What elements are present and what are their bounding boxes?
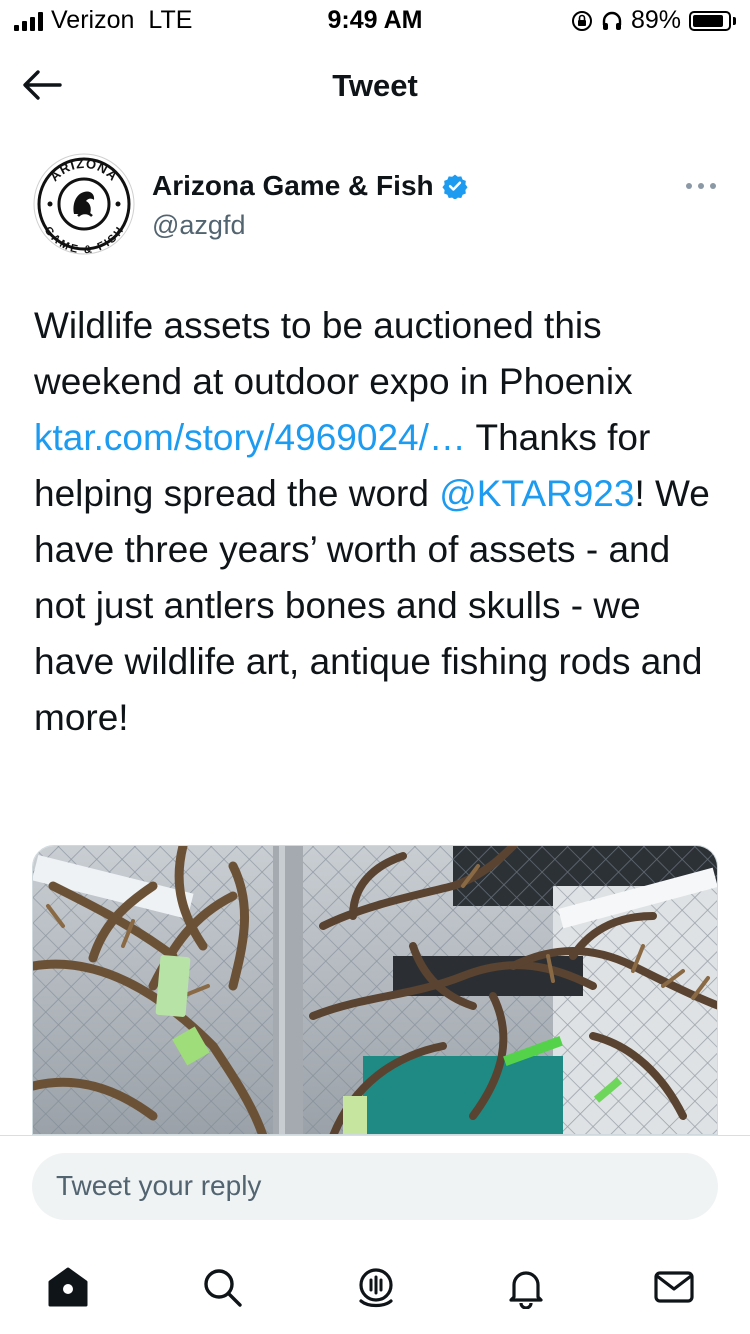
nav-spaces[interactable] [346, 1257, 406, 1317]
page-title: Tweet [332, 68, 418, 103]
tweet-text: Wildlife assets to be auctioned this wee… [34, 298, 724, 746]
reply-placeholder: Tweet your reply [56, 1170, 262, 1201]
more-options-icon[interactable] [684, 180, 718, 192]
headphones-icon [602, 11, 622, 30]
author-handle[interactable]: @azgfd [152, 210, 245, 241]
search-icon [204, 1269, 242, 1307]
spaces-icon [359, 1268, 393, 1308]
status-bar: Verizon LTE 9:49 AM 89% [0, 0, 750, 40]
reply-input[interactable]: Tweet your reply [32, 1153, 718, 1220]
verified-badge-icon [442, 174, 468, 199]
battery-tip [733, 16, 736, 25]
tweet-text-part1: Wildlife assets to be auctioned this wee… [34, 305, 633, 402]
tweet-author: ARIZONA GAME & FISH Arizona Game & Fish … [32, 152, 722, 262]
orientation-lock-icon [571, 10, 592, 31]
divider [0, 1135, 750, 1136]
nav-notifications[interactable] [496, 1257, 556, 1317]
bell-icon [509, 1271, 543, 1309]
author-name[interactable]: Arizona Game & Fish [152, 170, 434, 202]
battery-fill [693, 14, 723, 27]
nav-home[interactable] [38, 1257, 98, 1317]
status-right: 89% [571, 6, 736, 35]
nav-messages[interactable] [644, 1257, 704, 1317]
home-icon [48, 1267, 88, 1307]
avatar[interactable]: ARIZONA GAME & FISH [32, 152, 136, 256]
antlers-photo [33, 846, 717, 1134]
mail-icon [654, 1271, 694, 1303]
nav-search[interactable] [192, 1257, 252, 1317]
author-name-row[interactable]: Arizona Game & Fish [152, 170, 468, 202]
header: Tweet [0, 50, 750, 120]
bottom-nav [0, 1245, 750, 1325]
tweet-link[interactable]: ktar.com/story/4969024/… [34, 417, 466, 458]
battery-percent: 89% [630, 6, 681, 34]
tweet-media-image[interactable] [32, 845, 718, 1135]
tweet-mention[interactable]: @KTAR923 [439, 473, 634, 514]
battery-icon [689, 10, 731, 31]
